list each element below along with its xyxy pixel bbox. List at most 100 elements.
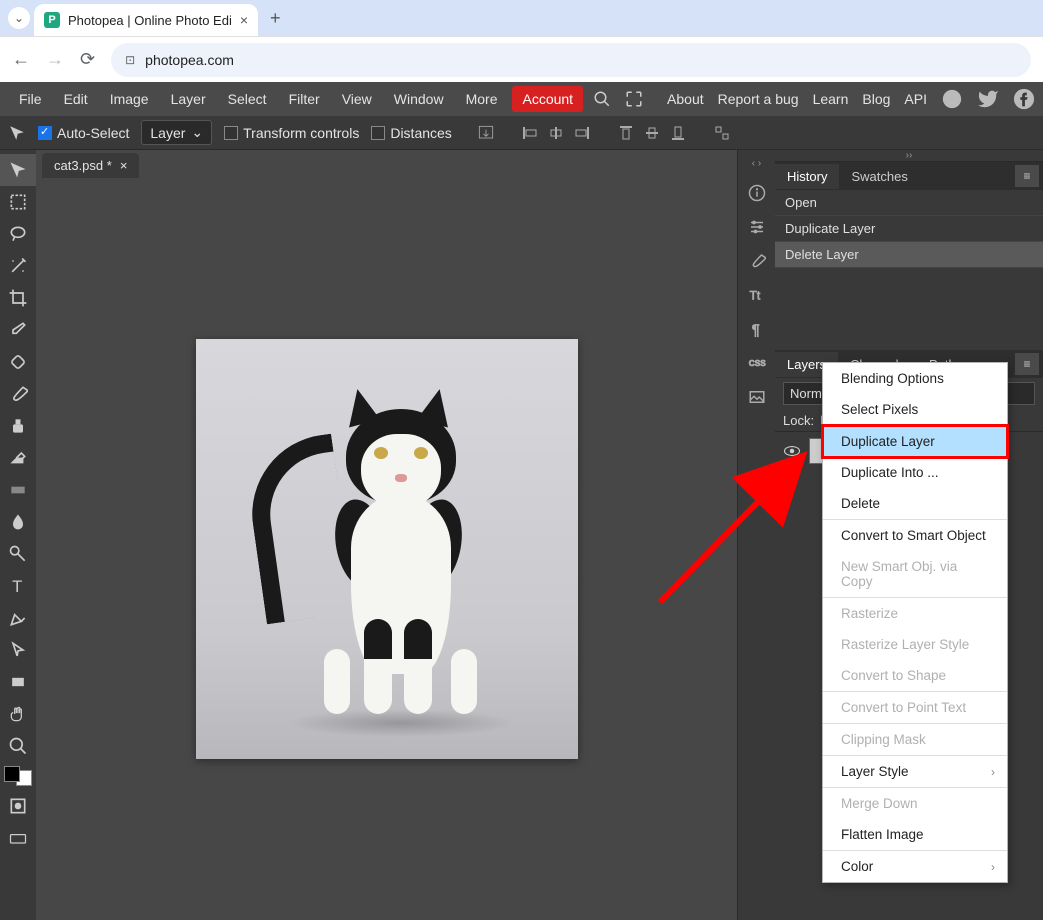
back-button[interactable]: ← — [12, 49, 30, 70]
lasso-tool[interactable] — [0, 218, 36, 250]
brush-panel-icon[interactable] — [746, 250, 768, 272]
dodge-tool[interactable] — [0, 538, 36, 570]
menu-file[interactable]: File — [8, 85, 53, 113]
image-panel-icon[interactable] — [746, 386, 768, 408]
menu-image[interactable]: Image — [99, 85, 160, 113]
close-icon[interactable]: × — [120, 158, 128, 173]
shape-tool[interactable] — [0, 666, 36, 698]
link-blog[interactable]: Blog — [862, 91, 890, 107]
panel-expand-icon[interactable]: ›› — [775, 150, 1043, 162]
menu-window[interactable]: Window — [383, 85, 455, 113]
transform-controls-label: Transform controls — [243, 125, 359, 141]
align-center-v-button[interactable] — [642, 123, 662, 143]
transform-controls-checkbox[interactable]: Transform controls — [224, 125, 359, 141]
adjustments-panel-icon[interactable] — [746, 216, 768, 238]
css-panel-icon[interactable]: CSS — [746, 352, 768, 374]
reload-button[interactable]: ⟳ — [80, 49, 95, 70]
context-menu-item[interactable]: Blending Options — [823, 363, 1007, 394]
context-menu-item[interactable]: Duplicate Into ... — [823, 457, 1007, 488]
align-center-h-button[interactable] — [546, 123, 566, 143]
move-tool[interactable] — [0, 154, 36, 186]
tab-search-button[interactable]: ⌄ — [8, 7, 30, 29]
align-bottom-button[interactable] — [668, 123, 688, 143]
auto-select-checkbox[interactable]: Auto-Select — [38, 125, 129, 141]
menu-select[interactable]: Select — [217, 85, 278, 113]
auto-select-label: Auto-Select — [57, 125, 129, 141]
type-tool[interactable]: T — [0, 570, 36, 602]
fullscreen-icon[interactable] — [625, 90, 643, 108]
panel-menu-button[interactable]: ≡ — [1015, 353, 1039, 375]
context-menu-item[interactable]: Duplicate Layer — [823, 426, 1007, 457]
search-icon[interactable] — [593, 90, 611, 108]
hand-tool[interactable] — [0, 698, 36, 730]
twitter-icon[interactable] — [977, 88, 999, 110]
menu-filter[interactable]: Filter — [278, 85, 331, 113]
menu-edit[interactable]: Edit — [53, 85, 99, 113]
align-top-button[interactable] — [616, 123, 636, 143]
new-tab-button[interactable]: + — [270, 8, 281, 29]
menu-more[interactable]: More — [455, 85, 509, 113]
brush-tool[interactable] — [0, 378, 36, 410]
eyedropper-tool[interactable] — [0, 314, 36, 346]
link-report-bug[interactable]: Report a bug — [718, 91, 799, 107]
document-tab[interactable]: cat3.psd * × — [42, 153, 139, 178]
path-select-tool[interactable] — [0, 634, 36, 666]
context-menu-item[interactable]: Flatten Image — [823, 819, 1007, 850]
reddit-icon[interactable] — [941, 88, 963, 110]
context-menu-item[interactable]: Convert to Smart Object — [823, 520, 1007, 551]
tab-history[interactable]: History — [775, 164, 839, 189]
gradient-tool[interactable] — [0, 474, 36, 506]
zoom-tool[interactable] — [0, 730, 36, 762]
dock-expand-icon[interactable]: ‹ › — [738, 158, 775, 170]
browser-tab[interactable]: P Photopea | Online Photo Edi × — [34, 4, 258, 36]
link-learn[interactable]: Learn — [813, 91, 849, 107]
tab-swatches[interactable]: Swatches — [839, 164, 919, 189]
healing-tool[interactable] — [0, 346, 36, 378]
facebook-icon[interactable] — [1013, 88, 1035, 110]
url-text: photopea.com — [145, 52, 234, 68]
context-menu-item: New Smart Obj. via Copy — [823, 551, 1007, 597]
forward-button[interactable]: → — [46, 49, 64, 70]
clone-tool[interactable] — [0, 410, 36, 442]
align-right-button[interactable] — [572, 123, 592, 143]
context-menu-item[interactable]: Color› — [823, 851, 1007, 882]
menu-view[interactable]: View — [331, 85, 383, 113]
site-settings-icon[interactable]: ⊡ — [125, 53, 135, 67]
url-input[interactable]: ⊡ photopea.com — [111, 43, 1031, 77]
link-about[interactable]: About — [667, 91, 704, 107]
quick-export-button[interactable] — [476, 123, 496, 143]
color-swatches[interactable] — [4, 766, 32, 786]
character-panel-icon[interactable]: Tt — [746, 284, 768, 306]
link-api[interactable]: API — [904, 91, 927, 107]
blur-tool[interactable] — [0, 506, 36, 538]
history-item[interactable]: Delete Layer — [775, 242, 1043, 268]
paragraph-panel-icon[interactable]: ¶ — [746, 318, 768, 340]
history-item[interactable]: Open — [775, 190, 1043, 216]
svg-text:T: T — [12, 577, 22, 596]
history-item[interactable]: Duplicate Layer — [775, 216, 1043, 242]
crop-tool[interactable] — [0, 282, 36, 314]
eraser-tool[interactable] — [0, 442, 36, 474]
context-menu-item[interactable]: Delete — [823, 488, 1007, 519]
visibility-icon[interactable] — [783, 444, 801, 458]
canvas-area: cat3.psd * × — [36, 150, 737, 920]
keyboard-icon[interactable] — [0, 822, 36, 854]
quickmask-tool[interactable] — [0, 790, 36, 822]
pen-tool[interactable] — [0, 602, 36, 634]
foreground-color-swatch[interactable] — [4, 766, 20, 782]
context-menu-item[interactable]: Layer Style› — [823, 756, 1007, 787]
distribute-button[interactable] — [712, 123, 732, 143]
panel-menu-button[interactable]: ≡ — [1015, 165, 1039, 187]
account-button[interactable]: Account — [512, 86, 583, 112]
marquee-tool[interactable] — [0, 186, 36, 218]
align-left-button[interactable] — [520, 123, 540, 143]
canvas[interactable] — [36, 178, 737, 920]
history-list: Open Duplicate Layer Delete Layer — [775, 190, 1043, 348]
distances-checkbox[interactable]: Distances — [371, 125, 451, 141]
tab-close-icon[interactable]: × — [240, 12, 248, 28]
info-panel-icon[interactable] — [746, 182, 768, 204]
menu-layer[interactable]: Layer — [160, 85, 217, 113]
layer-group-select[interactable]: Layer ⌄ — [141, 120, 212, 145]
wand-tool[interactable] — [0, 250, 36, 282]
context-menu-item[interactable]: Select Pixels — [823, 394, 1007, 425]
